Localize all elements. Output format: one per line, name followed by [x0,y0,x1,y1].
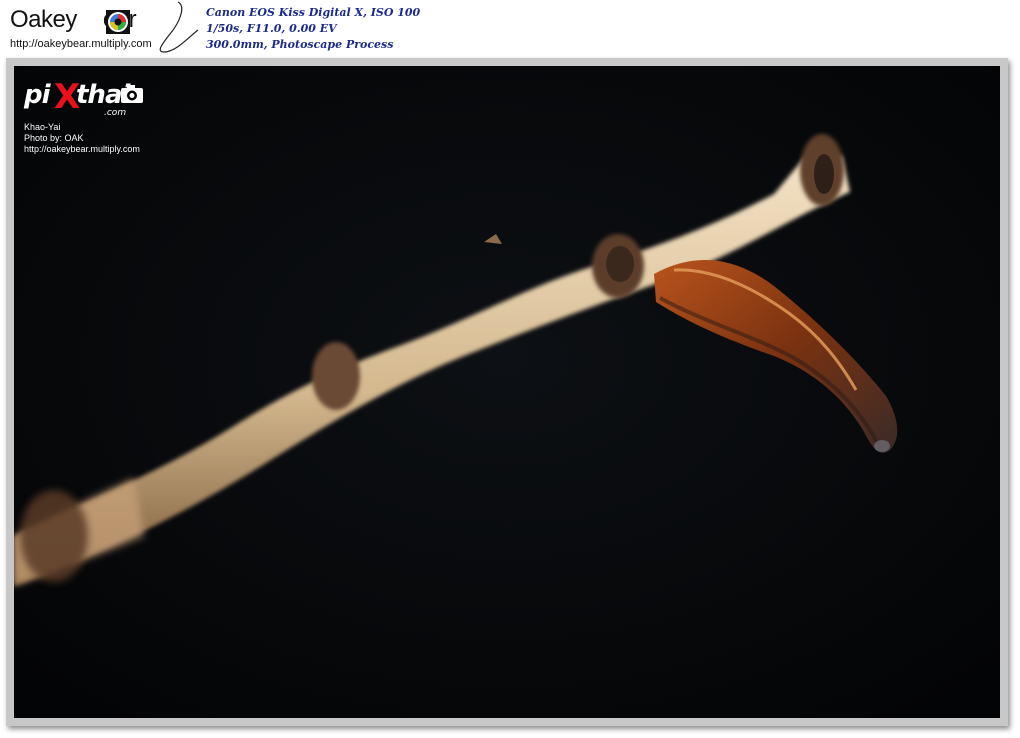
exif-line-lens: 300.0mm, Photoscape Process [206,38,394,51]
credit-url: http://oakeybear.multiply.com [24,144,140,154]
photo-header: Oakeyear http://oakeybear.multiply.com C… [0,0,1020,58]
pixthai-logo: pi X thai .com [24,77,154,118]
exif-line-exposure: 1/50s, F11.0, 0.00 EV [206,22,337,35]
pixthai-watermark: pi X thai .com Khao-Yai Photo by: OAK ht… [24,77,154,155]
logo-url: http://oakeybear.multiply.com [10,38,152,50]
logo-text-left: Oakey [10,6,77,33]
brand-suffix: .com [104,108,127,118]
exif-info: Canon EOS Kiss Digital X, ISO 100 1/50s,… [206,5,420,53]
photo-frame: pi X thai .com Khao-Yai Photo by: OAK ht… [6,58,1008,726]
photo-scene [14,66,1000,718]
credit-photographer: Photo by: OAK [24,133,84,143]
brand-pi: pi [24,80,51,110]
credit-location: Khao-Yai [24,122,61,132]
watermark-credits: Khao-Yai Photo by: OAK http://oakeybear.… [24,122,154,155]
swirl-decoration-icon [159,1,199,53]
camera-icon [121,85,143,103]
exif-line-camera: Canon EOS Kiss Digital X, ISO 100 [206,6,421,19]
photo-canvas: pi X thai .com Khao-Yai Photo by: OAK ht… [14,66,1000,718]
logo-eye-icon [106,10,130,34]
